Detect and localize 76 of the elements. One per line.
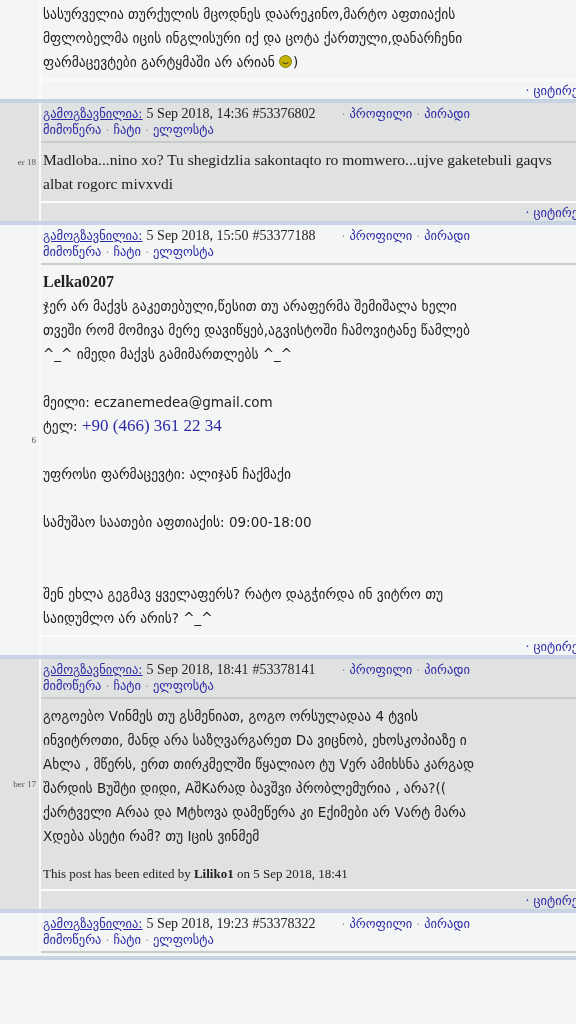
- post-text: ჯერ არ მაქვს გაკეთებული,წესით თუ არაფერმა შემიშალა ხელი: [43, 297, 458, 316]
- header-link[interactable]: მიმოწერა: [43, 932, 102, 948]
- post-text: Aხლა , მწერს, ერთ თირკმელში წყალიაო ტუ Vერ ამიხსნა კარგად: [43, 755, 476, 774]
- post-text: albat rogorc mivxvdi: [43, 174, 174, 194]
- post-number: #53376802: [252, 106, 316, 122]
- separator: ·: [416, 106, 421, 122]
- edit-note: This post has been edited by Liliko1 on 5 Sep 2018, 18:41: [43, 866, 349, 883]
- post-date: 5 Sep 2018, 19:23: [146, 916, 249, 932]
- header-link[interactable]: ელფოსტა: [153, 678, 214, 694]
- separator: ·: [341, 106, 346, 122]
- posted-link[interactable]: გამოგზავნილია:: [43, 228, 143, 244]
- post-text: სასურველია თურქულის მცოდნეს დაარეკინო,მარტო აფთიაქის: [43, 5, 457, 24]
- header-link[interactable]: ელფოსტა: [153, 244, 214, 260]
- member-info: 6: [31, 435, 36, 445]
- post-text: უფროსი ფარმაცევტი: ალიჯან ჩაქმაქი: [43, 465, 292, 484]
- separator: ·: [341, 662, 346, 678]
- post-text: მფლობელმა იცის ინგლისური იქ და ცოტა ქართული,დანარჩენი: [43, 29, 464, 48]
- separator: ·: [341, 916, 346, 932]
- header-link[interactable]: მიმოწერა: [43, 678, 102, 694]
- header-link[interactable]: მიმოწერა: [43, 244, 102, 260]
- post-text: Madloba...nino xo? Tu shegidzlia sakontaqto ro momwero...ujve gaketebuli gaqvs: [43, 150, 553, 170]
- post-date: 5 Sep 2018, 14:36: [146, 106, 249, 122]
- separator: ·: [416, 916, 421, 932]
- author-name: Lelka0207: [43, 272, 116, 292]
- posted-link[interactable]: გამოგზავნილია:: [43, 106, 143, 122]
- header-link[interactable]: პროფილი: [349, 228, 413, 244]
- post-text: ინვიტროთი, მანდ არა საზღვარგარეთ Dა ვიცნობ, ეხოსკოპიაზე ი: [43, 731, 468, 750]
- phone-label: ტელ:: [43, 418, 78, 434]
- smiley-icon: [278, 55, 292, 68]
- header-link[interactable]: მიმოწერა: [43, 122, 102, 138]
- header-link[interactable]: პირადი: [424, 662, 470, 678]
- post-number: #53378322: [252, 916, 316, 932]
- separator: ·: [105, 244, 110, 260]
- post-text: ): [292, 54, 299, 70]
- separator: ·: [105, 678, 110, 694]
- header-link[interactable]: პროფილი: [349, 662, 413, 678]
- header-link[interactable]: პროფილი: [349, 916, 413, 932]
- member-info: er 18: [17, 157, 36, 167]
- header-link[interactable]: ჩატი: [113, 122, 141, 138]
- post-text: ^_^ იმედი მაქვს გამიმართლებს ^_^: [43, 345, 294, 364]
- separator: ·: [105, 122, 110, 138]
- header-link[interactable]: ელფოსტა: [153, 932, 214, 948]
- separator: ·: [416, 228, 421, 244]
- separator: ·: [145, 678, 149, 694]
- header-link[interactable]: პირადი: [424, 916, 470, 932]
- member-info: ber 17: [13, 779, 36, 789]
- separator: ·: [145, 932, 149, 948]
- separator: ·: [416, 662, 421, 678]
- post-text: ფარმაცევტები გარტყმაში არ არიან: [43, 54, 275, 70]
- post-number: #53378141: [252, 662, 316, 678]
- header-link[interactable]: ჩატი: [113, 678, 141, 694]
- header-link[interactable]: ელფოსტა: [153, 122, 214, 138]
- header-link[interactable]: ჩატი: [113, 244, 141, 260]
- phone-link[interactable]: +90 (466) 361 22 34: [81, 416, 222, 435]
- post-number: #53377188: [252, 228, 316, 244]
- separator: ·: [145, 122, 149, 138]
- separator: ·: [145, 244, 149, 260]
- separator: ·: [105, 932, 110, 948]
- post-text: გოგოებო Vინმეს თუ გსმენიათ, გოგო ორსულადაა 4 ტვის: [43, 707, 420, 726]
- post-date: 5 Sep 2018, 15:50: [146, 228, 249, 244]
- separator: ·: [341, 228, 346, 244]
- post-text: მეილი: eczanemedea@gmail.com: [43, 393, 274, 412]
- post-date: 5 Sep 2018, 18:41: [146, 662, 249, 678]
- post-text: სამუშაო საათები აფთიაქის: 09:00-18:00: [43, 513, 313, 532]
- header-link[interactable]: ჩატი: [113, 932, 141, 948]
- header-link[interactable]: პირადი: [424, 228, 470, 244]
- post-text: Xდება ასეტი რამ? თუ Iცის ვინმემ: [43, 827, 261, 846]
- post-text: შარდის Bუშტი დიდი, AშKარად ბავშვი პრობლემურია , არა?((: [43, 779, 447, 798]
- post-text: თვეში რომ მომივა მერე დავიწყებ,აგვისტოში ჩამოვიტანე წამლებ: [43, 321, 471, 340]
- header-link[interactable]: პირადი: [424, 106, 470, 122]
- post-text: საიდუმლო არ არის? ^_^: [43, 609, 214, 628]
- post-text: ქარტველი Aრაა და Mტხოვა დამეწერა კი Eქიმები არ Vარტ მარა: [43, 803, 467, 822]
- header-link[interactable]: პროფილი: [349, 106, 413, 122]
- posted-link[interactable]: გამოგზავნილია:: [43, 916, 143, 932]
- post-text: შენ ეხლა გეგმავ ყველაფერს? რატო დაგჭირდა ინ ვიტრო თუ: [43, 585, 445, 604]
- posted-link[interactable]: გამოგზავნილია:: [43, 662, 143, 678]
